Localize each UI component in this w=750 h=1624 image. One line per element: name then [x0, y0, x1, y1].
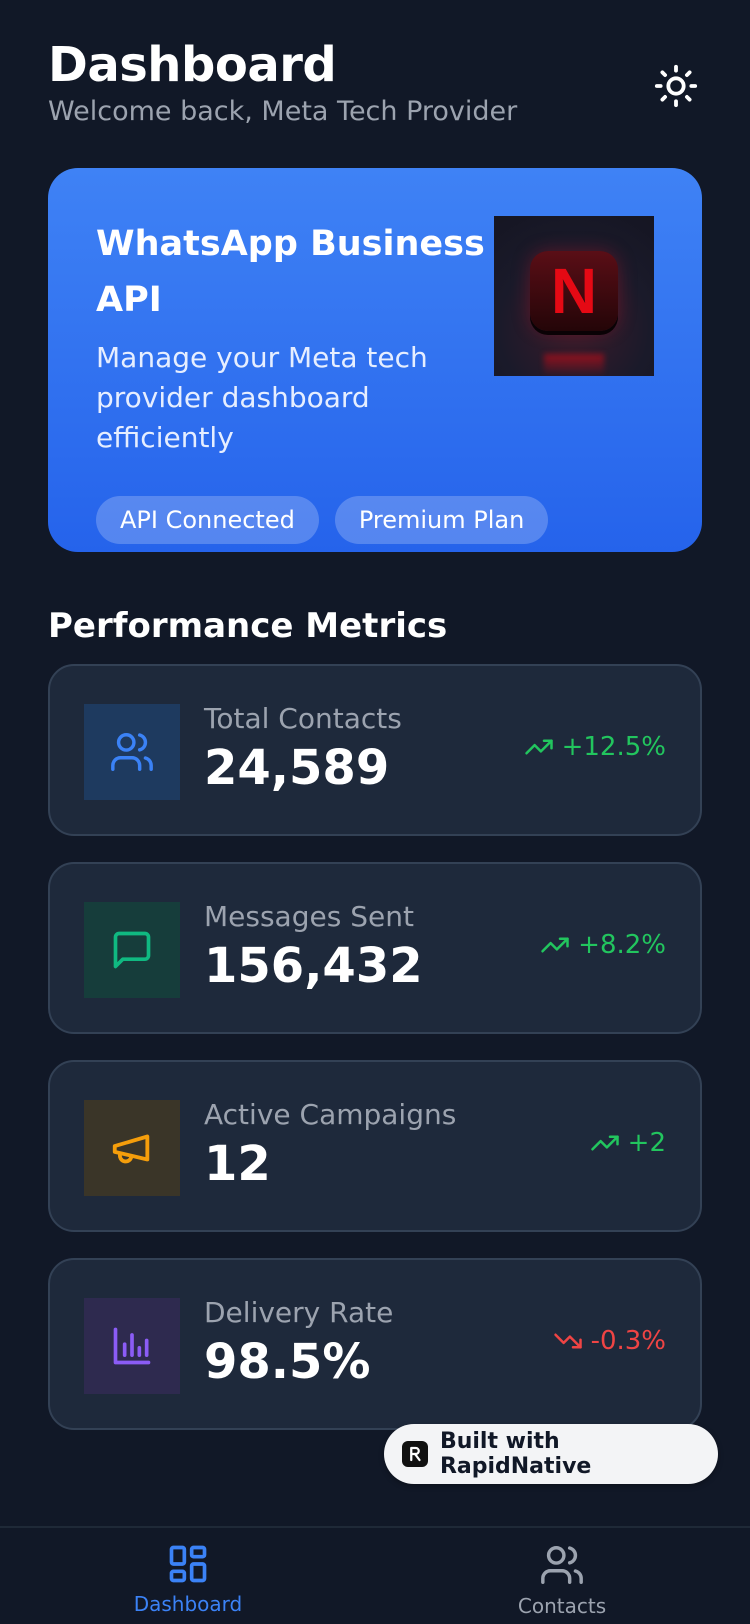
api-connected-badge: API Connected [96, 496, 319, 544]
metric-icon-box [84, 1298, 180, 1394]
metric-label: Total Contacts [204, 702, 402, 735]
theme-toggle-button[interactable] [650, 60, 702, 112]
metric-value: 156,432 [204, 938, 423, 994]
metric-trend: -0.3% [553, 1326, 666, 1356]
metric-text: Delivery Rate 98.5% [204, 1296, 393, 1392]
trend-value: -0.3% [590, 1326, 666, 1356]
tab-contacts[interactable]: Contacts [462, 1542, 662, 1618]
metric-card-total-contacts[interactable]: Total Contacts 24,589 +12.5% [48, 664, 702, 836]
built-with-label: Built with RapidNative [439, 1429, 592, 1479]
hero-badges: API Connected Premium Plan [96, 496, 654, 544]
premium-plan-badge: Premium Plan [334, 496, 549, 544]
hero-title: WhatsApp Business API [96, 224, 485, 320]
metric-trend: +12.5% [524, 732, 666, 762]
trending-up-icon [524, 739, 553, 755]
section-title: Performance Metrics [48, 606, 448, 646]
metric-card-messages-sent[interactable]: Messages Sent 156,432 +8.2% [48, 862, 702, 1034]
logo-reflection [544, 354, 604, 376]
netflix-logo-icon: N [530, 251, 618, 331]
dashboard-screen: Dashboard Welcome back, Meta Tech Provid… [0, 0, 750, 1624]
metric-icon-box [84, 704, 180, 800]
hero-description: Manage your Meta tech provider dashboard… [96, 341, 428, 454]
metric-label: Messages Sent [204, 900, 414, 933]
metric-trend: +2 [590, 1128, 666, 1158]
metric-icon-box [84, 1100, 180, 1196]
metric-card-delivery-rate[interactable]: Delivery Rate 98.5% -0.3% [48, 1258, 702, 1430]
metric-label: Active Campaigns [204, 1098, 457, 1131]
tab-dashboard[interactable]: Dashboard [88, 1542, 288, 1616]
trend-value: +12.5% [561, 732, 666, 762]
users-icon [541, 1546, 583, 1584]
bar-chart-icon [113, 1327, 151, 1365]
trend-value: +2 [627, 1128, 666, 1158]
rapidnative-logo-icon [402, 1441, 428, 1467]
logo-letter: N [550, 255, 598, 327]
metric-trend: +8.2% [540, 930, 666, 960]
metric-text: Total Contacts 24,589 [204, 702, 402, 798]
tab-label: Dashboard [133, 1592, 243, 1616]
bottom-navigation: Dashboard Contacts [0, 1526, 750, 1624]
metric-value: 12 [204, 1136, 271, 1192]
metric-text: Messages Sent 156,432 [204, 900, 423, 996]
trending-up-icon [541, 937, 569, 953]
grid-icon [169, 1545, 207, 1583]
trending-down-icon [553, 1333, 582, 1349]
metric-icon-box [84, 902, 180, 998]
metric-value: 98.5% [204, 1334, 371, 1390]
built-with-badge[interactable]: Built with RapidNative [384, 1424, 718, 1484]
tab-label: Contacts [517, 1594, 607, 1618]
sun-icon [654, 64, 698, 108]
metric-value: 24,589 [204, 740, 390, 796]
trending-up-icon [590, 1135, 619, 1151]
page-subtitle: Welcome back, Meta Tech Provider [48, 96, 518, 127]
metric-label: Delivery Rate [204, 1296, 394, 1329]
whatsapp-api-card[interactable]: WhatsApp Business API Manage your Meta t… [48, 168, 702, 552]
users-icon [111, 733, 153, 771]
message-icon [113, 931, 151, 969]
metric-card-active-campaigns[interactable]: Active Campaigns 12 +2 [48, 1060, 702, 1232]
megaphone-icon [112, 1134, 150, 1164]
metric-text: Active Campaigns 12 [204, 1098, 456, 1194]
page-title: Dashboard [48, 37, 337, 93]
hero-image: N [494, 216, 654, 376]
header: Dashboard Welcome back, Meta Tech Provid… [48, 36, 702, 130]
trend-value: +8.2% [578, 930, 666, 960]
